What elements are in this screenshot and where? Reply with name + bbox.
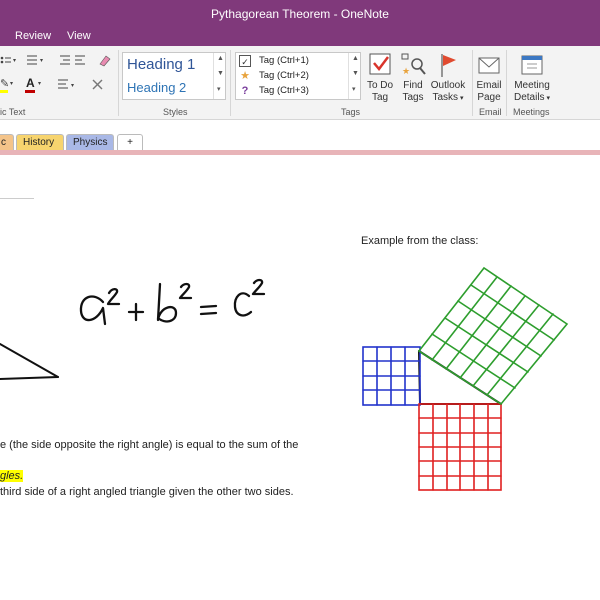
ink-equation[interactable] [79, 278, 266, 326]
ink-square-red[interactable] [418, 403, 502, 491]
ink-square-blue[interactable] [362, 346, 421, 406]
ink-layer [0, 266, 569, 491]
ink-square-green[interactable] [417, 266, 569, 406]
ink-triangle-left[interactable] [0, 343, 59, 380]
